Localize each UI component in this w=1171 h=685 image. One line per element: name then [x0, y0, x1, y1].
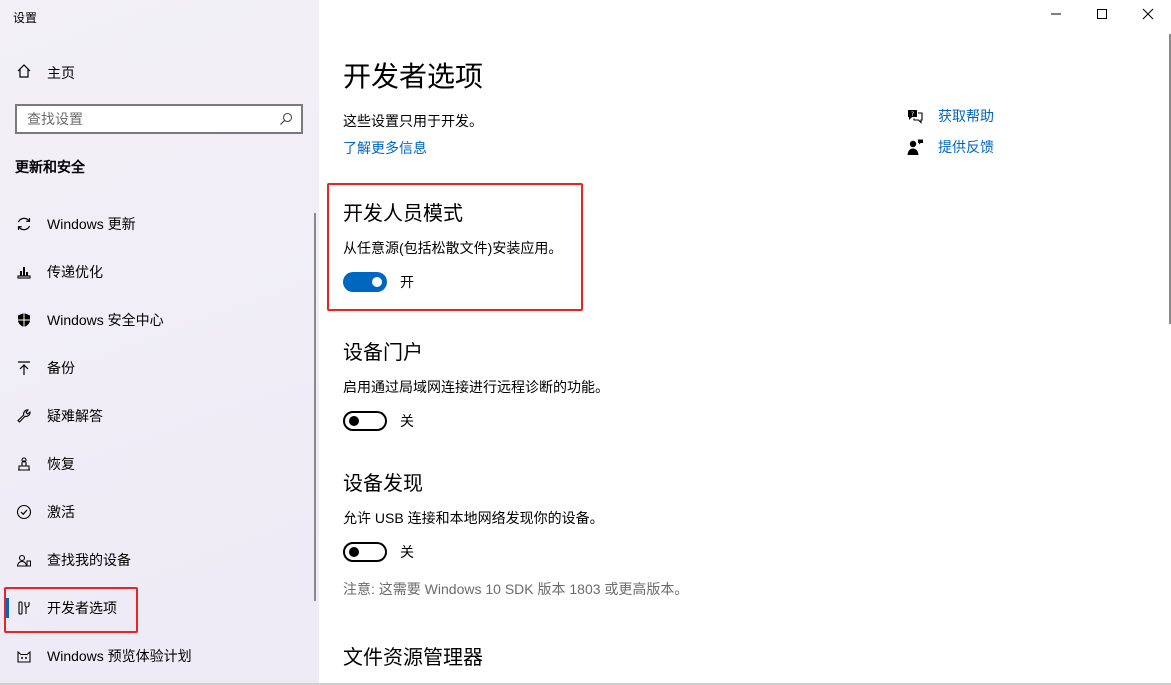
- sidebar-item-label: 疑难解答: [47, 408, 103, 424]
- toggle-switch-off[interactable]: [343, 411, 387, 431]
- get-help-link[interactable]: ? 获取帮助: [905, 100, 994, 131]
- sync-icon: [15, 215, 33, 233]
- window-controls: [1033, 0, 1171, 32]
- sidebar-item-label: 恢复: [47, 456, 75, 472]
- shield-icon: [15, 311, 33, 329]
- developer-mode-section: 开发人员模式 从任意源(包括松散文件)安装应用。 开: [343, 197, 562, 292]
- highlight-box-developer-options: [4, 587, 138, 633]
- maximize-icon: [1096, 7, 1108, 25]
- sidebar-item-delivery-optimization[interactable]: 传递优化: [0, 248, 319, 296]
- sidebar-item-label: 查找我的设备: [47, 552, 131, 568]
- sidebar-item-find-my-device[interactable]: 查找我的设备: [0, 536, 319, 584]
- toggle-state-label: 关: [400, 544, 414, 560]
- find-device-icon: [15, 551, 33, 569]
- wrench-icon: [15, 407, 33, 425]
- device-portal-heading: 设备门户: [343, 342, 423, 364]
- minimize-button[interactable]: [1033, 0, 1079, 32]
- toggle-state-label: 开: [400, 274, 414, 290]
- sidebar-item-backup[interactable]: 备份: [0, 344, 319, 392]
- page-title: 开发者选项: [343, 61, 484, 92]
- close-button[interactable]: [1125, 0, 1171, 32]
- developer-mode-heading: 开发人员模式: [343, 203, 463, 225]
- close-icon: [1142, 7, 1154, 25]
- toggle-state-label: 关: [400, 413, 414, 429]
- device-discovery-toggle[interactable]: 关: [343, 542, 604, 562]
- device-discovery-heading: 设备发现: [343, 473, 423, 495]
- feedback-label: 提供反馈: [938, 138, 994, 155]
- maximize-button[interactable]: [1079, 0, 1125, 32]
- home-label: 主页: [47, 65, 75, 81]
- minimize-icon: [1050, 7, 1062, 25]
- developer-mode-text: 从任意源(包括松散文件)安装应用。: [343, 240, 563, 256]
- sidebar-item-windows-security[interactable]: Windows 安全中心: [0, 296, 319, 344]
- learn-more-link[interactable]: 了解更多信息: [343, 138, 427, 158]
- sidebar: 设置 主页 查找设置 更新和安全 Windows 更新 传递优化 Windows…: [0, 0, 319, 685]
- search-input[interactable]: 查找设置: [27, 109, 271, 129]
- insider-cat-icon: [15, 647, 33, 665]
- backup-arrow-icon: [15, 359, 33, 377]
- developer-mode-toggle[interactable]: 开: [343, 272, 562, 292]
- device-portal-toggle[interactable]: 关: [343, 411, 609, 431]
- section-header: 更新和安全: [15, 159, 85, 175]
- help-links: ? 获取帮助 提供反馈: [905, 100, 994, 162]
- sidebar-item-label: Windows 安全中心: [47, 312, 164, 328]
- sidebar-scrollbar[interactable]: [314, 213, 316, 601]
- device-portal-text: 启用通过局域网连接进行远程诊断的功能。: [343, 379, 609, 395]
- search-box[interactable]: 查找设置: [15, 104, 303, 134]
- page-description: 这些设置只用于开发。: [343, 113, 483, 129]
- toggle-switch-off[interactable]: [343, 542, 387, 562]
- sidebar-item-label: 传递优化: [47, 264, 103, 280]
- file-explorer-heading: 文件资源管理器: [343, 647, 483, 669]
- chat-help-icon: ?: [905, 106, 925, 126]
- sidebar-item-label: 备份: [47, 360, 75, 376]
- main-content: 开发者选项 这些设置只用于开发。 了解更多信息 ? 获取帮助 提供反馈 开发人员…: [319, 0, 1171, 685]
- file-explorer-section: 文件资源管理器: [343, 641, 483, 670]
- sdk-note: 注意: 这需要 Windows 10 SDK 版本 1803 或更高版本。: [343, 581, 689, 597]
- app-title: 设置: [13, 11, 38, 25]
- sidebar-item-label: Windows 更新: [47, 216, 136, 232]
- device-discovery-text: 允许 USB 连接和本地网络发现你的设备。: [343, 510, 604, 526]
- delivery-optimization-icon: [15, 263, 33, 281]
- get-help-label: 获取帮助: [938, 107, 994, 124]
- feedback-link[interactable]: 提供反馈: [905, 131, 994, 162]
- sidebar-item-recovery[interactable]: 恢复: [0, 440, 319, 488]
- device-discovery-section: 设备发现 允许 USB 连接和本地网络发现你的设备。 关: [343, 467, 604, 562]
- sidebar-item-windows-insider[interactable]: Windows 预览体验计划: [0, 632, 319, 680]
- sidebar-item-activation[interactable]: 激活: [0, 488, 319, 536]
- toggle-switch-on[interactable]: [343, 272, 387, 292]
- sidebar-item-label: Windows 预览体验计划: [47, 648, 192, 664]
- sidebar-item-windows-update[interactable]: Windows 更新: [0, 200, 319, 248]
- feedback-person-icon: [905, 137, 925, 157]
- home-icon: [16, 63, 32, 84]
- activation-check-icon: [15, 503, 33, 521]
- recovery-icon: [15, 455, 33, 473]
- svg-text:?: ?: [911, 109, 914, 117]
- search-icon[interactable]: [271, 106, 301, 132]
- device-portal-section: 设备门户 启用通过局域网连接进行远程诊断的功能。 关: [343, 336, 609, 431]
- sidebar-item-troubleshoot[interactable]: 疑难解答: [0, 392, 319, 440]
- home-nav[interactable]: 主页: [0, 56, 319, 90]
- sidebar-item-label: 激活: [47, 504, 75, 520]
